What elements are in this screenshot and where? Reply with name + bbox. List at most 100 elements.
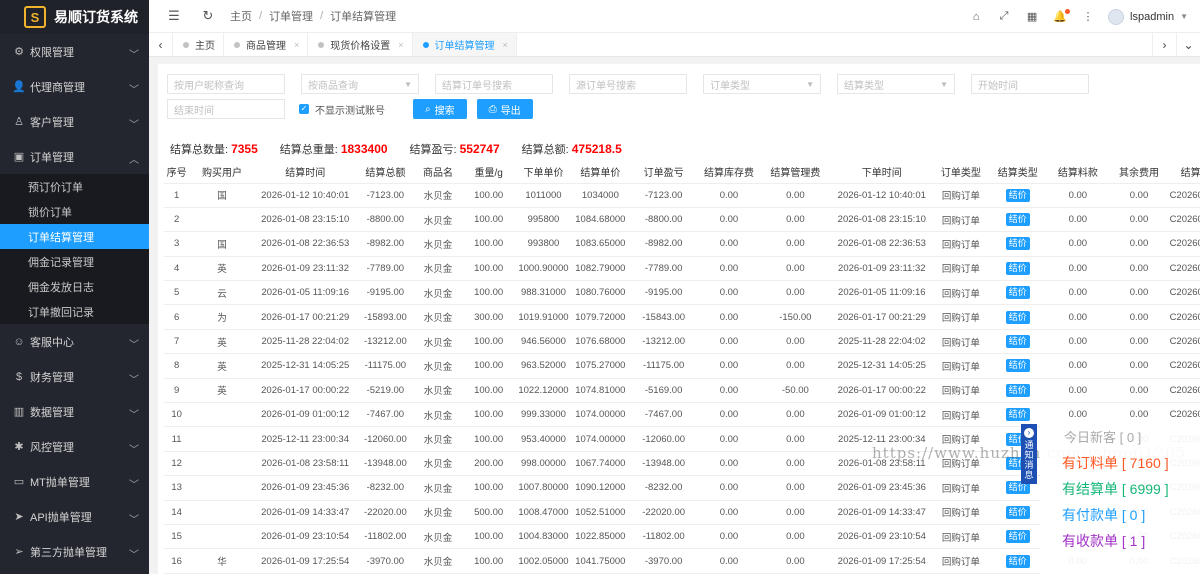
tab-scroll-right-icon[interactable]: › bbox=[1152, 33, 1176, 57]
table-cell: 2026-01-12 10:40:01 bbox=[254, 183, 356, 208]
menu-api[interactable]: ➤ API抛单管理 ﹀ bbox=[0, 499, 149, 534]
table-row: 4 英 2026-01-09 23:11:32 -7789.00 水贝金 100.00 10… bbox=[164, 256, 1200, 282]
mt-icon: ▭ bbox=[13, 476, 25, 488]
submenu-item[interactable]: 预订价订单 bbox=[0, 174, 149, 199]
table-cell: 回购订单 bbox=[933, 207, 989, 233]
table-cell: 2026-01-09 17:25:54 bbox=[254, 548, 356, 574]
table-cell: 1052.51000 bbox=[570, 500, 630, 525]
table-cell: -7123.00 bbox=[355, 183, 415, 208]
table-cell bbox=[189, 207, 255, 233]
table-cell bbox=[189, 426, 255, 452]
settle-type-badge: 结价 bbox=[1005, 261, 1030, 275]
bell-icon[interactable]: 🔔 bbox=[1052, 9, 1071, 23]
table-cell: 结价 bbox=[988, 426, 1048, 452]
menu-order[interactable]: ▣ 订单管理 ︿ bbox=[0, 139, 149, 174]
filter-input[interactable]: 开始时间 bbox=[971, 74, 1089, 94]
table-cell: 结价 bbox=[988, 451, 1048, 477]
close-icon[interactable]: × bbox=[398, 40, 403, 50]
table-cell: 0.00 bbox=[1047, 183, 1109, 208]
avatar[interactable] bbox=[1108, 8, 1125, 25]
table-cell: 15 bbox=[164, 524, 190, 550]
submenu-item[interactable]: 锁价订单 bbox=[0, 199, 149, 224]
home-icon[interactable]: ⌂ bbox=[968, 11, 984, 23]
close-icon[interactable]: × bbox=[503, 40, 508, 50]
filter-input[interactable]: 结算类型 ▼ bbox=[837, 74, 955, 94]
table-cell: 水贝金 bbox=[414, 207, 462, 233]
fullscreen-icon[interactable]: ⤢ bbox=[996, 10, 1012, 23]
table-cell: 0.00 bbox=[697, 548, 761, 574]
menu-finance[interactable]: $ 财务管理 ﹀ bbox=[0, 359, 149, 394]
chevron-down-icon[interactable]: ▼ bbox=[1180, 12, 1188, 21]
filter-input[interactable]: 结算订单号搜索 bbox=[435, 74, 553, 94]
search-button[interactable]: ⌕ 搜索 bbox=[413, 99, 467, 119]
table-cell: 2025-12-11 23:00:34 bbox=[254, 426, 356, 452]
menu-auth[interactable]: ⚙ 权限管理 ﹀ bbox=[0, 34, 149, 69]
table-cell: 回购订单 bbox=[933, 231, 989, 257]
tab-item[interactable]: 现货价格设置 × bbox=[308, 33, 413, 56]
menu-third[interactable]: ➢ 第三方抛单管理 ﹀ bbox=[0, 534, 149, 569]
table-cell: 1008.47000 bbox=[516, 500, 571, 525]
filter-input[interactable]: 源订单号搜索 bbox=[569, 74, 687, 94]
close-icon[interactable]: × bbox=[294, 40, 299, 50]
submenu-item[interactable]: 订单结算管理 bbox=[0, 224, 149, 249]
table-cell: 水贝金 bbox=[414, 426, 462, 452]
table-cell: 0.00 bbox=[697, 329, 761, 355]
notice-toggle[interactable]: › 通知消息 bbox=[1021, 424, 1037, 484]
table-cell: 2026-01-05 11:09:16 bbox=[254, 280, 356, 306]
submenu-item[interactable]: 佣金发放日志 bbox=[0, 274, 149, 299]
table-cell: 0.00 bbox=[760, 426, 831, 452]
table-cell: 0.00 bbox=[1047, 329, 1109, 355]
table-cell: 2025-11-28 22:04:02 bbox=[830, 329, 934, 355]
table-cell: 0.00 bbox=[697, 183, 761, 208]
table-cell: 结价 bbox=[988, 475, 1048, 501]
hide-test-accounts-checkbox[interactable]: ✓ 不显示测试账号 bbox=[299, 99, 385, 119]
table-cell: 100.00 bbox=[461, 280, 517, 306]
table-cell: 水贝金 bbox=[414, 304, 462, 330]
table-cell: 0.00 bbox=[760, 280, 831, 306]
filter-input[interactable]: 按商品查询 ▼ bbox=[301, 74, 419, 94]
menu-data[interactable]: ▥ 数据管理 ﹀ bbox=[0, 394, 149, 429]
table-cell: 结价 bbox=[988, 183, 1048, 208]
tab-item[interactable]: 商品管理 × bbox=[224, 33, 309, 56]
table-cell: C2026012 bbox=[1169, 304, 1200, 330]
tab-scroll-left-icon[interactable]: ‹ bbox=[149, 33, 173, 56]
crumb-home[interactable]: 主页 bbox=[230, 8, 252, 24]
settle-type-badge: 结价 bbox=[1005, 213, 1030, 227]
menu-toggle-icon[interactable]: ☰ bbox=[166, 8, 182, 24]
table-cell: -9195.00 bbox=[355, 280, 415, 306]
table-cell: 水贝金 bbox=[414, 353, 462, 379]
more-dots-icon[interactable]: ⋮ bbox=[1080, 10, 1096, 23]
menu-customer[interactable]: ♙ 客户管理 ﹀ bbox=[0, 104, 149, 139]
stats-line: 有付款单 [ 0 ] bbox=[1062, 507, 1146, 523]
logo-icon: S bbox=[24, 6, 46, 28]
tab-item[interactable]: 主页 bbox=[173, 33, 224, 56]
submenu-item[interactable]: 订单撤回记录 bbox=[0, 299, 149, 324]
tab-item[interactable]: 订单结算管理 × bbox=[412, 33, 517, 56]
column-header: 下单时间 bbox=[830, 161, 934, 184]
summary-item: 结算总数量: 7355 bbox=[170, 142, 258, 156]
refresh-icon[interactable]: ↻ bbox=[200, 8, 216, 24]
table-cell: 2026-01-09 01:00:12 bbox=[254, 402, 356, 428]
tab-menu-icon[interactable]: ⌄ bbox=[1176, 33, 1200, 57]
table-cell: 2025-11-28 22:04:02 bbox=[254, 329, 356, 355]
filter-input[interactable]: 按用户昵称查询 bbox=[167, 74, 285, 94]
end-time-input[interactable]: 结束时间 bbox=[167, 99, 285, 119]
dot-icon bbox=[318, 41, 325, 48]
theme-icon[interactable]: ▦ bbox=[1024, 10, 1040, 23]
submenu-item[interactable]: 佣金记录管理 bbox=[0, 249, 149, 274]
menu-risk[interactable]: ✱ 风控管理 ﹀ bbox=[0, 429, 149, 464]
export-button[interactable]: ⎙ 导出 bbox=[476, 99, 533, 119]
table-cell: 1011000 bbox=[516, 183, 571, 208]
table-cell: 水贝金 bbox=[414, 402, 462, 428]
menu-mt[interactable]: ▭ MT抛单管理 ﹀ bbox=[0, 464, 149, 499]
filter-input[interactable]: 订单类型 ▼ bbox=[703, 74, 821, 94]
menu-agent[interactable]: 👤 代理商管理 ﹀ bbox=[0, 69, 149, 104]
username[interactable]: lspadmin bbox=[1130, 11, 1174, 23]
table-cell: -7467.00 bbox=[629, 402, 698, 428]
menu-label: 财务管理 bbox=[30, 371, 74, 384]
table-cell: 100.00 bbox=[461, 378, 517, 404]
table-cell: 995800 bbox=[516, 207, 571, 233]
menu-service[interactable]: ☺ 客服中心 ﹀ bbox=[0, 324, 149, 359]
crumb-order[interactable]: 订单管理 bbox=[269, 8, 313, 24]
table-cell: 结价 bbox=[988, 231, 1048, 257]
